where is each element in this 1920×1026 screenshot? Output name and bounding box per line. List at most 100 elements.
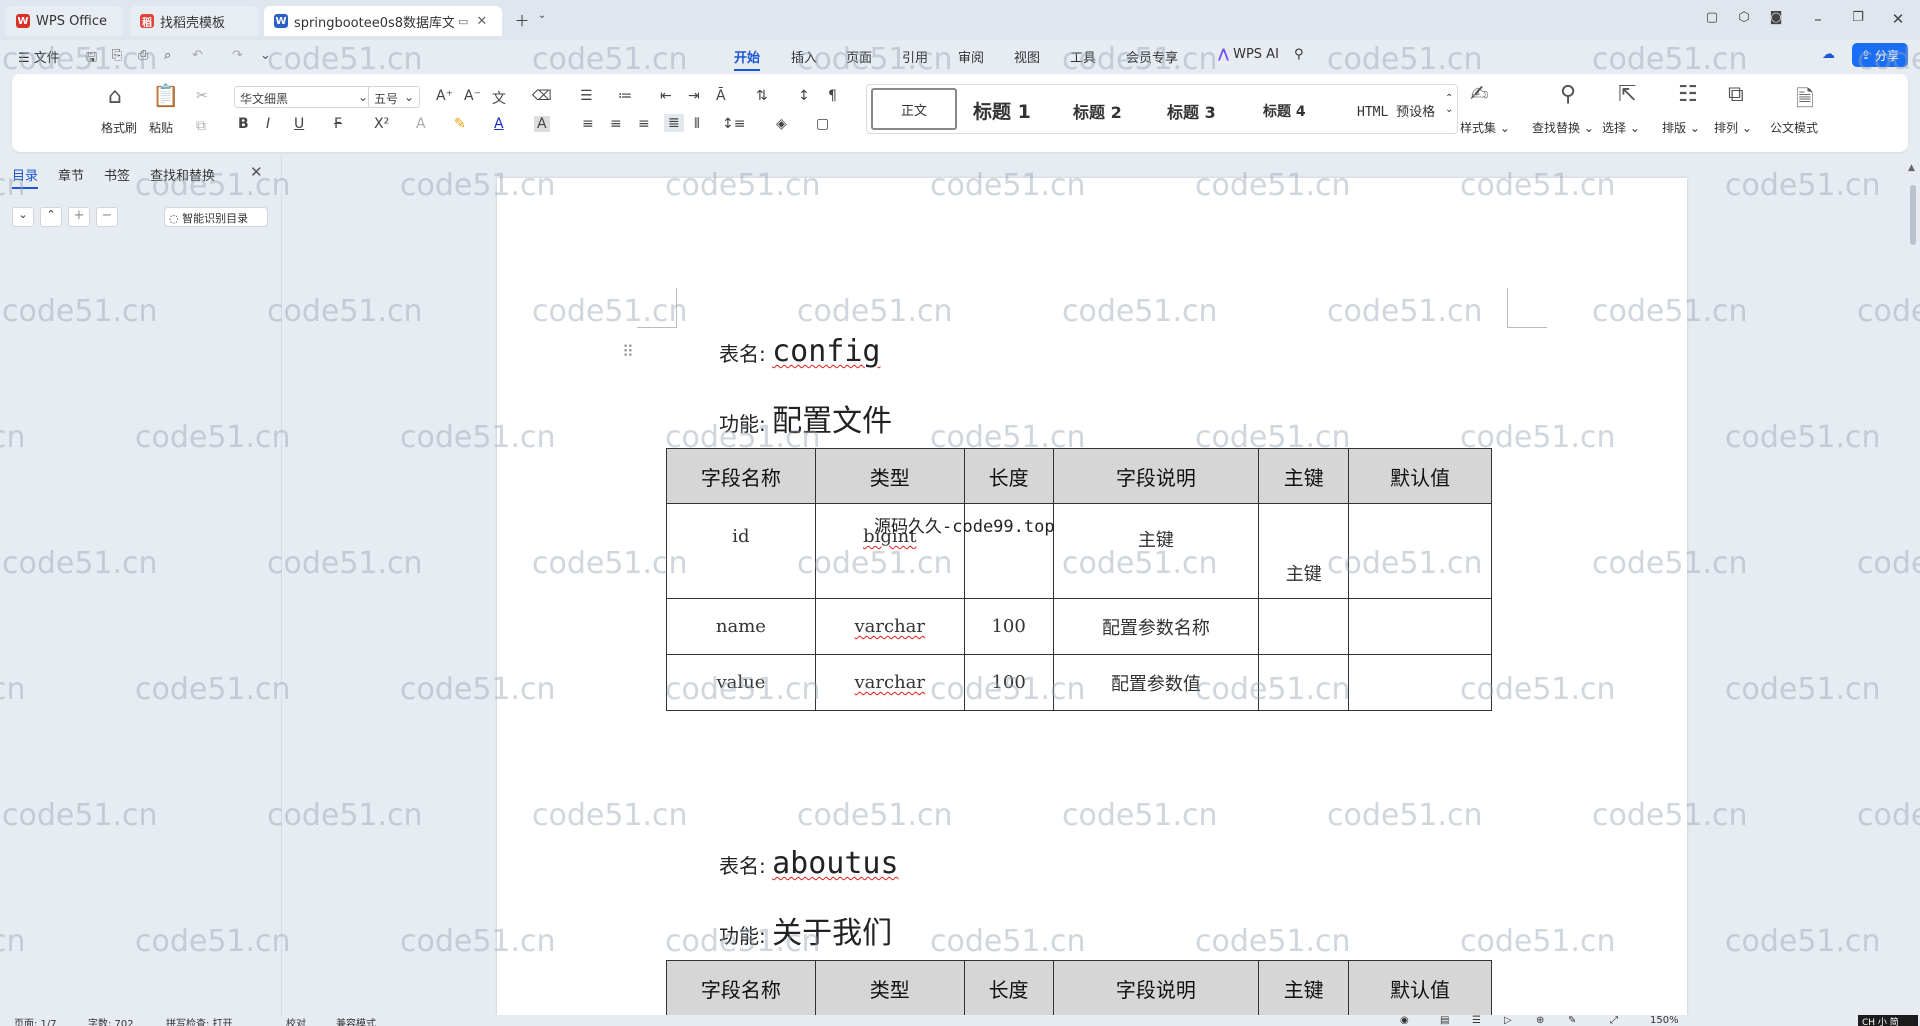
distribute-icon[interactable]: ⫴ bbox=[694, 116, 700, 132]
arrange-button[interactable]: 排列 ⌄ bbox=[1714, 119, 1752, 136]
menu-item-view[interactable]: 视图 bbox=[1014, 47, 1040, 66]
nav-tab-chapters[interactable]: 章节 bbox=[58, 165, 84, 184]
justify-icon[interactable]: ≣ bbox=[664, 114, 684, 132]
underline-icon[interactable]: U bbox=[294, 116, 304, 132]
arrange-icon[interactable]: ⧉ bbox=[1728, 82, 1744, 107]
scroll-thumb[interactable] bbox=[1910, 185, 1916, 245]
show-marks-icon[interactable]: ¶ bbox=[828, 88, 837, 104]
font-size-select[interactable]: 五号 ⌄ bbox=[368, 86, 420, 108]
file-menu[interactable]: ☰ 文件 bbox=[18, 47, 60, 66]
spell-check-status[interactable]: 拼写检查: 打开 bbox=[166, 1015, 233, 1026]
char-shading-icon[interactable]: A bbox=[534, 116, 550, 132]
save-icon[interactable]: 🖫 bbox=[86, 48, 97, 70]
text-effect-icon[interactable]: A bbox=[416, 116, 426, 132]
close-pane-icon[interactable]: ✕ bbox=[250, 163, 263, 181]
play-icon[interactable]: ▷ bbox=[1504, 1015, 1512, 1026]
quick-access-more-icon[interactable]: ⌄ bbox=[260, 48, 271, 63]
expand-icon[interactable]: ⌃ bbox=[40, 207, 62, 227]
style-normal[interactable]: 正文 bbox=[871, 88, 957, 130]
export-pdf-icon[interactable]: ⎘ bbox=[112, 48, 122, 63]
clear-format-icon[interactable]: ⌫ bbox=[532, 88, 552, 104]
avatar[interactable]: ◙ bbox=[1766, 10, 1786, 25]
menu-item-review[interactable]: 审阅 bbox=[958, 47, 984, 66]
menu-item-reference[interactable]: 引用 bbox=[902, 47, 928, 66]
shading-icon[interactable]: ◈ bbox=[776, 116, 787, 132]
layout-button[interactable]: 排版 ⌄ bbox=[1662, 119, 1700, 136]
vertical-scrollbar[interactable]: ▲ bbox=[1906, 155, 1920, 1015]
superscript-icon[interactable]: X² bbox=[374, 116, 389, 132]
nav-tab-find-replace[interactable]: 查找和替换 bbox=[150, 165, 215, 184]
document-page[interactable]: ⠿ 表名: config 功能: 配置文件 字段名称 类型 长度 字段说明 主键… bbox=[497, 178, 1687, 1026]
grow-font-icon[interactable]: A⁺ bbox=[436, 88, 453, 104]
phonetic-guide-icon[interactable]: 文 bbox=[492, 88, 506, 108]
smart-toc-button[interactable]: ◌ 智能识别目录 bbox=[164, 207, 268, 227]
restore-layout-icon[interactable]: ▢ bbox=[1702, 10, 1722, 25]
select-cursor-icon[interactable]: ⇱ bbox=[1618, 82, 1636, 107]
cut-icon[interactable]: ✂ bbox=[196, 88, 208, 104]
border-icon[interactable]: ▢ bbox=[816, 116, 829, 132]
menu-item-insert[interactable]: 插入 bbox=[791, 47, 817, 66]
outline-view-icon[interactable]: ☰ bbox=[1472, 1015, 1481, 1026]
format-painter-icon[interactable]: ⌂ bbox=[108, 84, 122, 109]
search-icon[interactable]: ⚲ bbox=[1294, 47, 1304, 62]
fit-page-icon[interactable]: ⤢ bbox=[1610, 1015, 1618, 1026]
style-heading-4[interactable]: 标题 4 bbox=[1263, 101, 1306, 121]
close-tab-icon[interactable]: ✕ bbox=[476, 14, 487, 29]
eye-icon[interactable]: ◉ bbox=[1400, 1015, 1409, 1026]
zoom-level[interactable]: 150% bbox=[1650, 1015, 1679, 1026]
font-name-select[interactable]: 华文细黑 ⌄ bbox=[234, 86, 374, 108]
official-mode-button[interactable]: 公文模式 bbox=[1770, 119, 1818, 136]
style-heading-1[interactable]: 标题 1 bbox=[973, 97, 1031, 124]
field-table-config[interactable]: 字段名称 类型 长度 字段说明 主键 默认值 id bigint 主键 主键 n… bbox=[666, 448, 1492, 711]
minimize-icon[interactable]: – bbox=[1808, 10, 1828, 28]
official-doc-icon[interactable]: 🗎 bbox=[1796, 82, 1814, 120]
scroll-up-icon[interactable]: ▲ bbox=[1908, 163, 1915, 173]
maximize-icon[interactable]: ❐ bbox=[1848, 10, 1868, 25]
proofread-button[interactable]: 校对 bbox=[286, 1015, 306, 1026]
web-view-icon[interactable]: ⊕ bbox=[1536, 1015, 1544, 1026]
bullet-list-icon[interactable]: ☰ bbox=[580, 88, 593, 104]
numbered-list-icon[interactable]: ≔ bbox=[618, 88, 632, 104]
style-set-icon[interactable]: ✍ bbox=[1470, 82, 1488, 107]
nav-tab-toc[interactable]: 目录 bbox=[12, 165, 39, 189]
format-painter-label[interactable]: 格式刷 bbox=[101, 119, 137, 136]
sort-az-icon[interactable]: ↕ bbox=[798, 88, 810, 104]
shrink-font-icon[interactable]: A⁻ bbox=[464, 88, 481, 104]
collapse-icon[interactable]: ⌄ bbox=[12, 207, 34, 227]
strikethrough-icon[interactable]: F bbox=[334, 116, 342, 132]
style-set-button[interactable]: 样式集 ⌄ bbox=[1460, 119, 1510, 136]
tab-wps-office[interactable]: W WPS Office bbox=[6, 6, 122, 36]
font-color-icon[interactable]: A bbox=[494, 116, 504, 132]
find-replace-icon[interactable]: ⚲ bbox=[1560, 82, 1576, 107]
highlight-icon[interactable]: ✎ bbox=[454, 116, 466, 132]
sort-icon[interactable]: ⇅ bbox=[756, 88, 768, 104]
pen-icon[interactable]: ✎ bbox=[1568, 1015, 1576, 1026]
close-window-icon[interactable]: ✕ bbox=[1888, 10, 1908, 28]
line-spacing-icon[interactable]: ↕≡ bbox=[722, 116, 745, 132]
style-html-preformatted[interactable]: HTML 预设格 bbox=[1357, 101, 1435, 120]
find-replace-button[interactable]: 查找替换 ⌄ bbox=[1532, 119, 1594, 136]
layout-icon[interactable]: ☷ bbox=[1678, 82, 1698, 107]
select-button[interactable]: 选择 ⌄ bbox=[1602, 119, 1640, 136]
redo-icon[interactable]: ↷ bbox=[232, 48, 243, 63]
word-count[interactable]: 字数: 702 bbox=[88, 1015, 134, 1026]
align-right-icon[interactable]: ≡ bbox=[638, 116, 650, 132]
menu-item-tools[interactable]: 工具 bbox=[1070, 47, 1096, 66]
increase-indent-icon[interactable]: ⇥ bbox=[688, 88, 700, 104]
paste-icon[interactable]: 📋 bbox=[152, 84, 179, 109]
drag-handle-icon[interactable]: ⠿ bbox=[622, 342, 634, 361]
decrease-indent-icon[interactable]: ⇤ bbox=[660, 88, 672, 104]
print-preview-icon[interactable]: ⌕ bbox=[164, 48, 171, 63]
nav-tab-bookmarks[interactable]: 书签 bbox=[104, 165, 130, 184]
bold-icon[interactable]: B bbox=[238, 116, 249, 132]
new-tab-icon[interactable]: ＋ bbox=[512, 10, 532, 31]
chevron-down-icon[interactable]: ⌄ bbox=[532, 10, 552, 21]
page-indicator[interactable]: 页面: 1/7 bbox=[14, 1015, 57, 1026]
italic-icon[interactable]: I bbox=[266, 116, 270, 132]
tab-active-document[interactable]: W springbootee0s8数据库文档 ▭ ✕ bbox=[264, 6, 502, 36]
text-direction-icon[interactable]: Ā bbox=[716, 88, 726, 104]
menu-item-member[interactable]: 会员专享 bbox=[1126, 47, 1178, 66]
share-button[interactable]: ⇪ 分享 bbox=[1852, 43, 1908, 67]
add-level-icon[interactable]: + bbox=[68, 207, 90, 227]
copy-icon[interactable]: ⧉ bbox=[196, 118, 206, 134]
